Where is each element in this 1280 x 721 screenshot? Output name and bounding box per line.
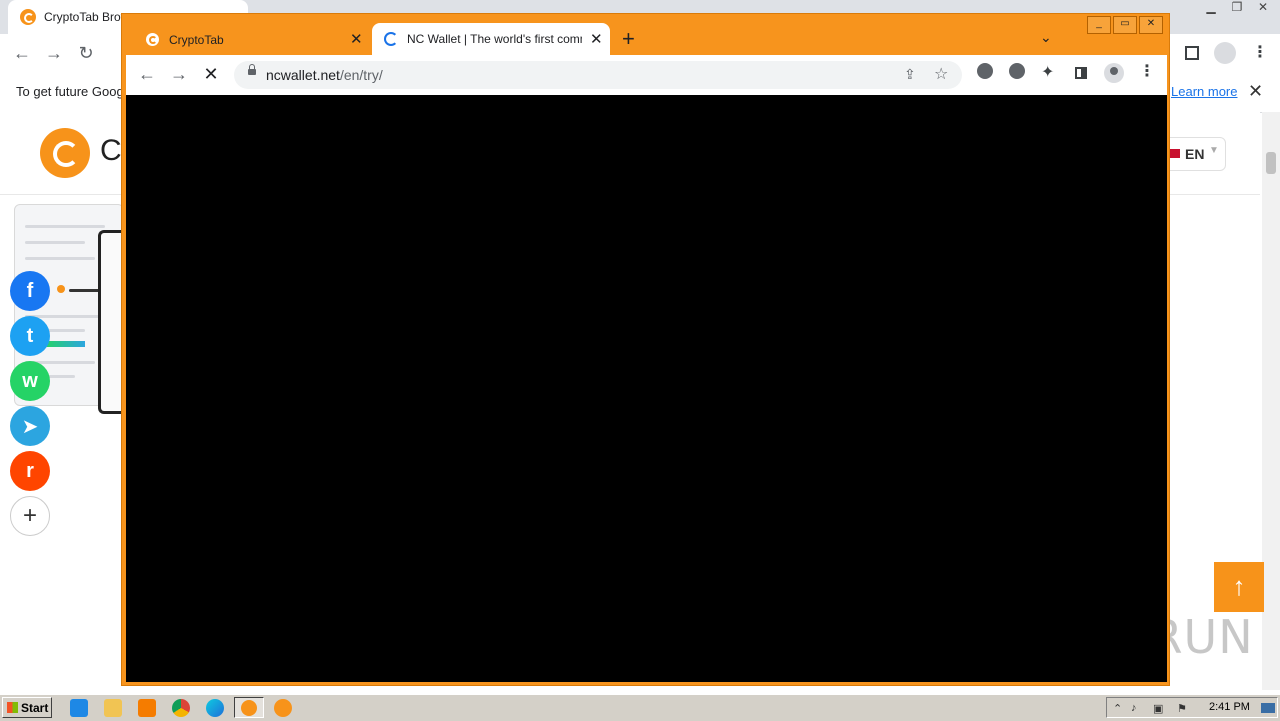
url-host: ncwallet.net <box>266 67 340 83</box>
background-window-controls: ▁ ❐ ✕ <box>1202 0 1272 18</box>
cryptotab-favicon-icon <box>20 9 36 25</box>
cryptotab-logo-icon[interactable] <box>40 128 90 178</box>
cryptotab-taskbar-button-active[interactable] <box>234 697 264 718</box>
media-player-icon[interactable] <box>138 699 156 717</box>
language-label: EN <box>1185 146 1205 162</box>
url-path: /en/try/ <box>339 67 383 83</box>
cryptotab-icon <box>241 700 257 716</box>
network-icon[interactable]: ▣ <box>1153 702 1163 715</box>
volume-icon[interactable]: ♪ <box>1131 702 1137 714</box>
profile-icon[interactable] <box>1214 42 1236 64</box>
more-share-icon[interactable]: + <box>10 496 50 536</box>
background-tab-title: CryptoTab Brow <box>44 10 124 24</box>
cryptotab-favicon-icon <box>146 33 159 46</box>
popup-toolbar: ← → ✕ ncwallet.net/en/try/ ⇪ ☆ ✦ ⋮ <box>126 55 1167 95</box>
uk-flag-icon <box>1170 149 1180 158</box>
back-icon[interactable]: ← <box>12 43 32 63</box>
internet-explorer-icon[interactable] <box>70 699 88 717</box>
side-panel-icon[interactable] <box>1185 46 1199 60</box>
stop-loading-icon[interactable]: ✕ <box>200 64 222 84</box>
tab-close-icon[interactable]: ✕ <box>590 30 603 48</box>
restore-icon[interactable]: ❐ <box>1228 0 1246 14</box>
windows-logo-icon <box>7 702 18 713</box>
scroll-to-top-button[interactable]: ↑ <box>1214 562 1264 612</box>
popup-window-controls: _ ▭ ✕ <box>1087 16 1163 34</box>
tab-cryptotab[interactable]: CryptoTab ✕ <box>132 25 372 55</box>
system-tray: ⌃ ♪ ▣ ⚑ 2:41 PM <box>1106 697 1278 718</box>
action-center-flag-icon[interactable]: ⚑ <box>1177 702 1187 715</box>
info-bar-text: To get future Goog <box>16 84 124 99</box>
share-icon[interactable]: ⇪ <box>904 66 916 83</box>
twitter-share-icon[interactable]: t <box>10 316 50 356</box>
facebook-share-icon[interactable]: f <box>10 271 50 311</box>
learn-more-link[interactable]: Learn more <box>1171 84 1237 99</box>
show-hidden-icons-icon[interactable]: ⌃ <box>1113 702 1122 715</box>
start-button[interactable]: Start <box>2 697 52 718</box>
whatsapp-share-icon[interactable]: w <box>10 361 50 401</box>
page-content-area[interactable] <box>126 95 1167 682</box>
lock-icon[interactable] <box>248 64 256 75</box>
popup-close-icon[interactable]: ✕ <box>1139 16 1163 34</box>
clock[interactable]: 2:41 PM <box>1209 701 1250 713</box>
file-explorer-icon[interactable] <box>104 699 122 717</box>
loading-spinner-icon <box>384 32 398 46</box>
reddit-share-icon[interactable]: r <box>10 451 50 491</box>
profile-icon[interactable] <box>1104 63 1124 83</box>
tab-title: NC Wallet | The world's first commiss <box>407 32 582 46</box>
popup-browser-window: _ ▭ ✕ CryptoTab ✕ NC Wallet | The world'… <box>121 13 1170 686</box>
close-icon[interactable]: ✕ <box>1254 0 1272 14</box>
language-selector[interactable]: EN ▼ <box>1164 137 1226 171</box>
bookmark-star-icon[interactable]: ☆ <box>934 64 948 84</box>
cryptotab-icon[interactable] <box>274 699 292 717</box>
chevron-down-icon: ▼ <box>1209 145 1219 156</box>
edge-icon[interactable] <box>206 699 224 717</box>
telegram-share-icon[interactable]: ➤ <box>10 406 50 446</box>
reload-icon[interactable]: ↻ <box>76 43 96 63</box>
tab-search-chevron-icon[interactable]: ⌄ <box>1040 29 1052 46</box>
new-tab-icon[interactable]: + <box>622 28 635 50</box>
info-bar-close-icon[interactable]: ✕ <box>1248 81 1263 102</box>
tab-close-icon[interactable]: ✕ <box>350 30 363 48</box>
minimize-icon[interactable]: ▁ <box>1202 0 1220 14</box>
windows-taskbar: Start ⌃ ♪ ▣ ⚑ 2:41 PM <box>0 694 1280 721</box>
forward-icon[interactable]: → <box>44 43 64 63</box>
page-scrollbar[interactable] <box>1262 112 1280 690</box>
side-panel-icon[interactable] <box>1075 67 1087 79</box>
back-icon[interactable]: ← <box>136 64 158 84</box>
show-desktop-icon[interactable] <box>1261 703 1275 713</box>
start-label: Start <box>21 701 49 715</box>
extensions-puzzle-icon[interactable]: ✦ <box>1041 62 1054 82</box>
tab-nc-wallet[interactable]: NC Wallet | The world's first commiss ✕ <box>372 23 610 55</box>
address-bar[interactable]: ncwallet.net/en/try/ ⇪ ☆ <box>234 61 962 89</box>
chrome-icon[interactable] <box>172 699 190 717</box>
cryptotab-extension-icon[interactable] <box>977 63 993 79</box>
lightning-extension-icon[interactable] <box>1009 63 1025 79</box>
popup-maximize-icon[interactable]: ▭ <box>1113 16 1137 34</box>
scrollbar-thumb[interactable] <box>1266 152 1276 174</box>
menu-icon[interactable]: ⋮ <box>1252 42 1268 62</box>
logo-wordmark: C <box>100 134 122 167</box>
tab-title: CryptoTab <box>169 33 224 47</box>
popup-minimize-icon[interactable]: _ <box>1087 16 1111 34</box>
menu-icon[interactable]: ⋮ <box>1139 64 1155 80</box>
forward-icon[interactable]: → <box>168 64 190 84</box>
url-text[interactable]: ncwallet.net/en/try/ <box>266 67 383 83</box>
